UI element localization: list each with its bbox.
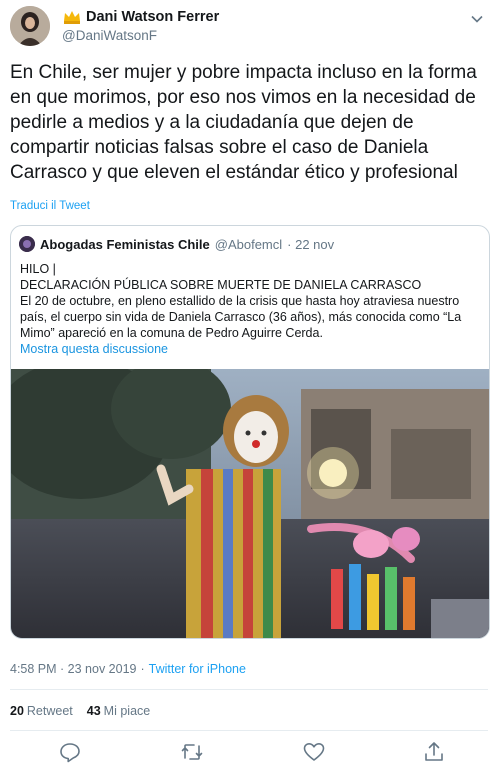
likes-label: Mi piace [103,704,151,718]
likes-count: 43 [86,704,101,718]
crown-icon [64,11,80,24]
meta-separator: · [140,662,145,676]
likes-stat[interactable]: 43 Mi piace [87,704,150,718]
tweet-text: En Chile, ser mujer y pobre impacta incl… [10,62,477,183]
retweets-count: 20 [10,704,24,718]
quoted-line-body: El 20 de octubre, en pleno estallido de … [20,294,462,340]
quoted-line-heading: DECLARACIÓN PÚBLICA SOBRE MUERTE DE DANI… [20,278,422,292]
tweet-header: Dani Watson Ferrer @DaniWatsonF [10,6,488,50]
retweets-label: Retweet [26,704,73,718]
divider-top [10,689,488,690]
author-name[interactable]: Dani Watson Ferrer [86,9,219,25]
author-avatar[interactable] [10,6,50,46]
tweet-source[interactable]: Twitter for iPhone [149,662,246,676]
author-handle[interactable]: @DaniWatsonF [62,28,157,43]
quoted-date: · 22 nov [287,236,335,252]
avatar-image [10,6,50,46]
quoted-photo[interactable] [11,369,490,639]
retweet-icon[interactable] [180,740,204,764]
chevron-down-icon[interactable] [470,12,484,26]
translate-tweet-link[interactable]: Traduci il Tweet [10,200,90,212]
quoted-author-handle: @Abofemcl [214,236,283,252]
quoted-author-name: Abogadas Feministas Chile [40,236,210,252]
quoted-text: HILO | DECLARACIÓN PÚBLICA SOBRE MUERTE … [20,261,482,341]
reply-icon[interactable] [58,740,82,764]
tweet-meta: 4:58 PM · 23 nov 2019 · Twitter for iPho… [10,662,246,676]
show-thread-link[interactable]: Mostra questa discussione [20,342,168,356]
quoted-tweet-card[interactable]: Abogadas Feministas Chile @Abofemcl · 22… [10,225,490,639]
quoted-line-thread: HILO | [20,262,56,276]
retweets-stat[interactable]: 20 Retweet [10,704,73,718]
tweet-stats: 20 Retweet 43 Mi piace [10,704,150,718]
tweet-actions [10,740,488,764]
divider-bottom [10,730,488,731]
share-icon[interactable] [422,740,446,764]
heart-icon[interactable] [302,740,326,764]
quoted-avatar-image [19,236,35,252]
quoted-author-avatar [19,236,35,252]
tweet-timestamp[interactable]: 4:58 PM · 23 nov 2019 [10,662,136,676]
